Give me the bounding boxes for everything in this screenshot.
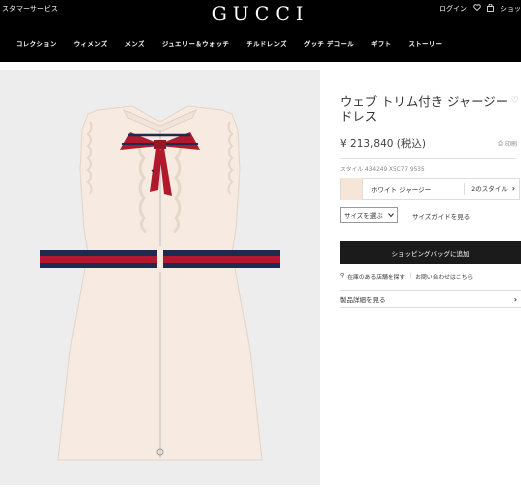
dress-image — [40, 105, 280, 461]
size-select-label: サイズを選ぶ — [344, 212, 383, 220]
chevron-right-icon: › — [513, 294, 517, 304]
color-swatch[interactable] — [341, 178, 363, 200]
style-number: スタイル 434249 X5C77 9535 — [340, 167, 425, 173]
product-image-panel[interactable] — [0, 70, 320, 485]
header-spacer — [0, 62, 521, 70]
shopping-bag-icon[interactable] — [487, 3, 494, 14]
nav-item-children[interactable]: チルドレンズ — [246, 39, 287, 48]
nav-item-collection[interactable]: コレクション — [16, 39, 57, 48]
main-nav: コレクション ウィメンズ メンズ ジュエリー＆ウォッチ チルドレンズ グッチ デ… — [0, 36, 521, 50]
color-name: ホワイト ジャージー — [371, 186, 432, 194]
product-info-panel: ウェブ トリム付き ジャージー ドレス ♡ ¥ 213,840 (税込) ⎙ 印… — [330, 70, 521, 485]
add-to-bag-button[interactable]: ショッピングバッグに追加 — [340, 241, 521, 264]
print-label: 印刷 — [504, 141, 517, 148]
print-button[interactable]: ⎙ 印刷 — [498, 139, 517, 149]
product-details-link: 製品詳細を見る — [340, 296, 386, 304]
nav-item-womens[interactable]: ウィメンズ — [74, 39, 108, 48]
site-header: スタマーサービス GUCCI ログイン ショッ コレクション ウィメンズ メンズ… — [0, 0, 521, 62]
utility-links: ログイン ショッ — [439, 3, 521, 14]
store-contact-row: ⚲ 在庫のある店舗を探す | お問い合わせはこちら — [340, 271, 521, 281]
styles-link-label: 2のスタイル — [471, 185, 508, 193]
nav-item-mens[interactable]: メンズ — [125, 39, 145, 48]
shop-link[interactable]: ショッ — [500, 4, 521, 14]
size-select[interactable]: サイズを選ぶ — [340, 207, 398, 223]
nav-item-decor[interactable]: グッチ デコール — [304, 39, 354, 48]
printer-icon: ⎙ — [498, 139, 503, 147]
contact-link[interactable]: お問い合わせはこちら — [415, 272, 473, 281]
heart-icon[interactable] — [473, 4, 481, 14]
nav-item-jewelry-watches[interactable]: ジュエリー＆ウォッチ — [162, 39, 229, 48]
location-pin-icon: ⚲ — [340, 273, 345, 279]
find-store-link[interactable]: 在庫のある店舗を探す — [347, 272, 405, 281]
chevron-right-icon: › — [511, 184, 515, 193]
separator: | — [409, 273, 412, 279]
styles-link[interactable]: 2のスタイル › — [464, 183, 515, 195]
size-guide-link[interactable]: サイズガイドを見る — [412, 211, 470, 221]
product-title: ウェブ トリム付き ジャージー ドレス — [340, 94, 509, 124]
nav-item-gift[interactable]: ギフト — [371, 39, 391, 48]
chevron-down-icon — [388, 211, 394, 219]
color-selector[interactable]: ホワイト ジャージー 2のスタイル › — [340, 178, 520, 200]
divider — [340, 158, 516, 159]
nav-item-stories[interactable]: ストーリー — [408, 39, 442, 48]
product-price: ¥ 213,840 (税込) — [340, 138, 426, 150]
product-details-row[interactable]: 製品詳細を見る › — [340, 290, 521, 308]
wishlist-heart-icon[interactable]: ♡ — [511, 96, 519, 106]
login-link[interactable]: ログイン — [439, 4, 467, 14]
